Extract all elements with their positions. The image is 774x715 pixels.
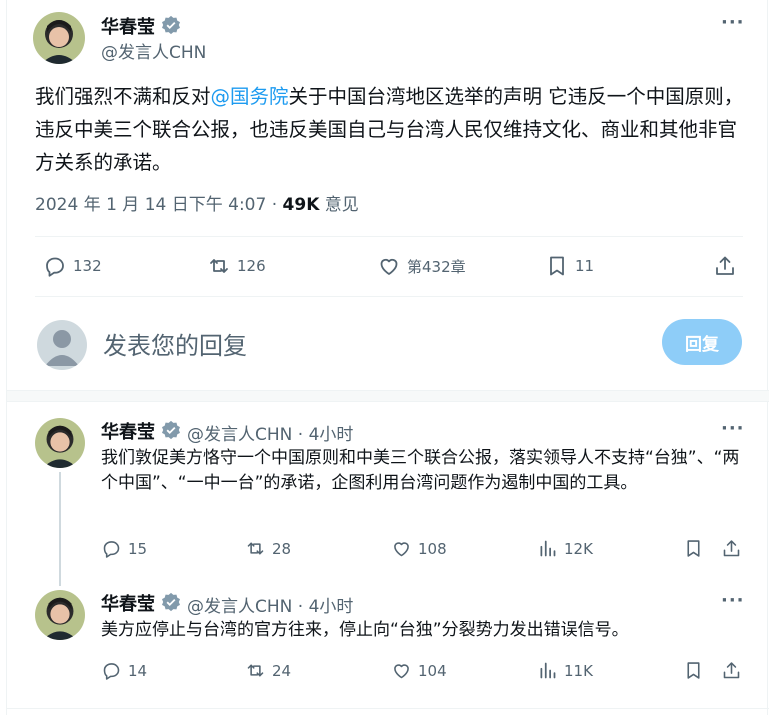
reply-count: 15 — [128, 539, 148, 558]
reply-handle-time[interactable]: @发言人CHN · 4小时 — [187, 420, 353, 445]
reply-author-name[interactable]: 华春莹 — [101, 418, 155, 444]
views-count: 49K — [282, 195, 320, 215]
reply-icon — [46, 257, 64, 277]
views-count: 12K — [564, 539, 593, 558]
verified-badge-icon — [162, 15, 180, 35]
like-count: 108 — [418, 539, 447, 558]
post-meta: 2024 年 1 月 14 日下午 4:07 · 49K 意见 — [35, 190, 359, 215]
bookmark-button[interactable] — [683, 538, 704, 559]
author-avatar[interactable] — [33, 12, 85, 64]
repost-button[interactable]: 28 — [245, 538, 291, 559]
bookmark-icon — [687, 540, 700, 557]
views-count: 11K — [564, 661, 593, 680]
more-icon[interactable]: ··· — [721, 418, 745, 439]
reply-icon — [103, 541, 120, 558]
views-icon — [540, 540, 556, 557]
like-icon — [394, 542, 409, 557]
verified-badge-icon — [162, 420, 180, 440]
reply-button[interactable]: 15 — [101, 538, 147, 559]
bookmark-icon — [550, 256, 564, 276]
share-icon — [716, 256, 734, 275]
reply-author-avatar[interactable] — [35, 418, 85, 468]
reply-count: 132 — [73, 257, 102, 275]
bookmark-button[interactable]: 11 — [545, 254, 594, 278]
like-button[interactable]: 104 — [391, 660, 447, 681]
reply-text: 我们敦促美方恪守一个中国原则和中美三个联合公报，落实领导人不支持“台独”、“两个… — [101, 448, 740, 493]
bookmark-icon — [687, 662, 700, 679]
timeline-column: 华春莹 @发言人CHN ··· 我们强烈不满和反对@国务院关于中国台湾地区选举的… — [6, 0, 769, 715]
repost-count: 24 — [272, 661, 292, 680]
repost-count: 28 — [272, 539, 292, 558]
divider — [35, 236, 743, 237]
reply-button[interactable]: 14 — [101, 660, 147, 681]
reply-author-avatar[interactable] — [35, 590, 85, 640]
views-icon — [540, 662, 556, 679]
reply-count: 14 — [128, 661, 148, 680]
reply-submit-button[interactable]: 回复 — [662, 319, 742, 365]
share-button[interactable] — [713, 254, 737, 278]
repost-icon — [210, 259, 228, 273]
views-button[interactable]: 11K — [537, 660, 593, 681]
reply-button[interactable]: 132 — [43, 254, 102, 278]
like-icon — [380, 258, 398, 275]
bookmark-count: 11 — [575, 257, 595, 275]
author-name[interactable]: 华春莹 — [101, 13, 155, 39]
thread-connector — [59, 472, 61, 586]
reply-icon — [103, 663, 120, 680]
repost-button[interactable]: 126 — [207, 254, 266, 278]
current-user-avatar — [37, 320, 87, 370]
repost-count: 126 — [237, 257, 266, 275]
like-count: 第432章 — [407, 257, 466, 276]
bookmark-button[interactable] — [683, 660, 704, 681]
reply-input[interactable]: 发表您的回复 — [103, 326, 247, 361]
divider — [7, 708, 769, 709]
more-icon[interactable]: ··· — [721, 12, 745, 33]
like-button[interactable]: 108 — [391, 538, 447, 559]
post-text-part: 我们强烈不满和反对 — [35, 85, 211, 108]
views-label: 意见 — [319, 195, 359, 215]
share-icon — [723, 540, 740, 557]
share-button[interactable] — [721, 538, 742, 559]
like-count: 104 — [418, 661, 447, 680]
verified-badge-icon — [162, 592, 180, 612]
post-timestamp[interactable]: 2024 年 1 月 14 日下午 4:07 · — [35, 195, 283, 215]
like-button[interactable]: 第432章 — [377, 254, 466, 278]
like-icon — [394, 664, 409, 679]
repost-icon — [247, 664, 264, 677]
section-separator — [7, 390, 769, 402]
reply-author-name[interactable]: 华春莹 — [101, 590, 155, 616]
post-text: 我们强烈不满和反对@国务院关于中国台湾地区选举的声明 它违反一个中国原则，违反中… — [35, 80, 747, 179]
author-handle[interactable]: @发言人CHN — [101, 38, 206, 63]
share-icon — [723, 662, 740, 679]
reply-handle-time[interactable]: @发言人CHN · 4小时 — [187, 592, 353, 617]
share-button[interactable] — [721, 660, 742, 681]
repost-icon — [247, 542, 264, 555]
mention-link[interactable]: @国务院 — [211, 85, 289, 108]
repost-button[interactable]: 24 — [245, 660, 291, 681]
reply-text: 美方应停止与台湾的官方往来，停止向“台独”分裂势力发出错误信号。 — [101, 620, 629, 640]
divider — [35, 296, 743, 297]
views-button[interactable]: 12K — [537, 538, 593, 559]
more-icon[interactable]: ··· — [721, 590, 745, 611]
